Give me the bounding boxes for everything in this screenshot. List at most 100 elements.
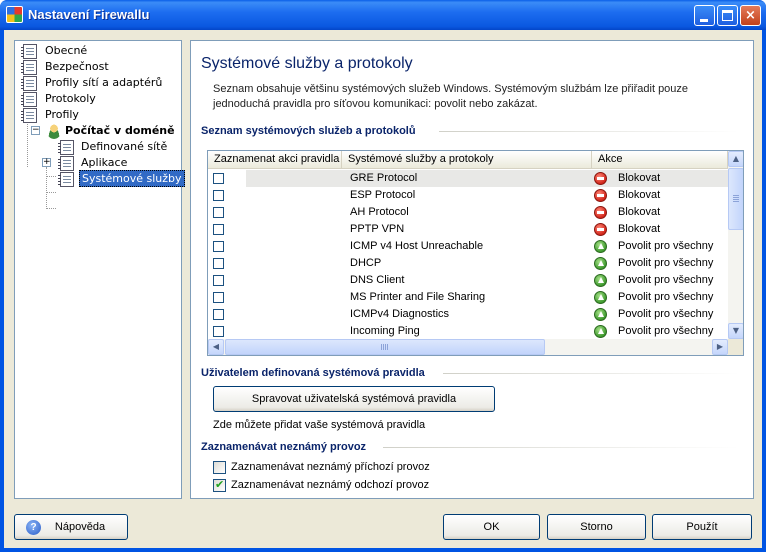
action-value[interactable]: Povolit pro všechny bbox=[618, 272, 713, 289]
tree-connector bbox=[46, 208, 56, 209]
user-rules-hint: Zde můžete přidat vaše systémová pravidl… bbox=[213, 419, 426, 431]
log-incoming-checkbox[interactable] bbox=[213, 461, 226, 474]
log-action-checkbox[interactable] bbox=[213, 241, 224, 252]
network-document-icon bbox=[58, 140, 74, 155]
column-header-action[interactable]: Akce bbox=[592, 151, 728, 169]
close-icon: × bbox=[745, 8, 756, 23]
log-incoming-label[interactable]: Zaznamenávat neznámý příchozí provoz bbox=[231, 461, 430, 473]
vertical-scrollbar[interactable]: ▲ ▼ bbox=[728, 151, 743, 339]
block-icon bbox=[594, 223, 607, 236]
collapse-expander[interactable]: − bbox=[31, 126, 40, 135]
table-row[interactable]: MS Printer and File Sharing Povolit pro … bbox=[208, 289, 728, 306]
action-value[interactable]: Povolit pro všechny bbox=[618, 255, 713, 272]
service-name: ESP Protocol bbox=[350, 189, 416, 201]
log-action-checkbox[interactable] bbox=[213, 173, 224, 184]
document-icon bbox=[21, 44, 37, 59]
log-action-checkbox[interactable] bbox=[213, 275, 224, 286]
log-action-checkbox[interactable] bbox=[213, 207, 224, 218]
scroll-left-button[interactable]: ◀ bbox=[208, 339, 224, 355]
block-icon bbox=[594, 206, 607, 219]
title-bar[interactable]: Nastavení Firewallu × bbox=[0, 0, 766, 30]
log-outgoing-label[interactable]: Zaznamenávat neznámý odchozí provoz bbox=[231, 479, 429, 491]
help-button[interactable]: ? Nápověda bbox=[14, 514, 128, 540]
ok-button[interactable]: OK bbox=[443, 514, 540, 540]
log-outgoing-checkbox[interactable]: ✔ bbox=[213, 478, 226, 492]
grip-icon bbox=[381, 344, 382, 350]
page-description: Seznam obsahuje většinu systémových služ… bbox=[213, 83, 689, 110]
scroll-right-button[interactable]: ▶ bbox=[712, 339, 728, 355]
block-icon bbox=[594, 172, 607, 185]
service-name: DHCP bbox=[350, 257, 382, 269]
horizontal-scrollbar[interactable]: ◀ ▶ bbox=[208, 339, 728, 355]
expand-expander[interactable]: + bbox=[42, 158, 51, 167]
log-action-checkbox[interactable] bbox=[213, 292, 224, 303]
services-section-heading: Seznam systémových služeb a protokolů bbox=[201, 125, 416, 137]
log-action-checkbox[interactable] bbox=[213, 326, 224, 337]
log-action-checkbox[interactable] bbox=[213, 224, 224, 235]
action-value[interactable]: Blokovat bbox=[618, 187, 660, 204]
action-value[interactable]: Povolit pro všechny bbox=[618, 323, 713, 340]
action-value[interactable]: Blokovat bbox=[618, 170, 660, 187]
tree-connector bbox=[46, 176, 56, 177]
minimize-icon bbox=[700, 19, 708, 22]
table-row[interactable]: ICMPv4 Diagnostics Povolit pro všechny bbox=[208, 306, 728, 323]
allow-icon bbox=[594, 240, 607, 253]
manage-user-rules-button[interactable]: Spravovat uživatelská systémová pravidla bbox=[213, 386, 495, 412]
table-row[interactable]: ICMP v4 Host Unreachable Povolit pro vše… bbox=[208, 238, 728, 255]
action-value[interactable]: Povolit pro všechny bbox=[618, 289, 713, 306]
horizontal-scroll-thumb[interactable] bbox=[225, 339, 545, 355]
table-row[interactable]: Incoming Ping Povolit pro všechny bbox=[208, 323, 728, 340]
service-name: MS Printer and File Sharing bbox=[350, 291, 486, 303]
document-icon bbox=[58, 172, 74, 187]
block-icon bbox=[594, 189, 607, 202]
service-name: DNS Client bbox=[350, 274, 405, 286]
service-name: GRE Protocol bbox=[350, 172, 418, 184]
table-row[interactable]: ESP Protocol Blokovat bbox=[208, 187, 728, 204]
document-icon bbox=[21, 76, 37, 91]
service-name: Incoming Ping bbox=[350, 325, 420, 337]
tree-item-label: Protokoly bbox=[45, 92, 96, 105]
scroll-up-button[interactable]: ▲ bbox=[728, 151, 743, 167]
log-action-checkbox[interactable] bbox=[213, 190, 224, 201]
cancel-button[interactable]: Storno bbox=[547, 514, 646, 540]
service-name: ICMP v4 Host Unreachable bbox=[350, 240, 484, 252]
unknown-traffic-heading: Zaznamenávat neznámý provoz bbox=[201, 441, 367, 453]
log-action-checkbox[interactable] bbox=[213, 309, 224, 320]
close-button[interactable]: × bbox=[740, 5, 761, 26]
action-value[interactable]: Blokovat bbox=[618, 204, 660, 221]
log-action-checkbox[interactable] bbox=[213, 258, 224, 269]
table-row[interactable]: PPTP VPN Blokovat bbox=[208, 221, 728, 238]
action-value[interactable]: Blokovat bbox=[618, 221, 660, 238]
document-icon bbox=[21, 92, 37, 107]
list-header: Zaznamenat akci pravidla Systémové služb… bbox=[208, 151, 728, 169]
allow-icon bbox=[594, 325, 607, 338]
service-name: AH Protocol bbox=[350, 206, 409, 218]
minimize-button[interactable] bbox=[694, 5, 715, 26]
tree-item-label: Aplikace bbox=[81, 156, 128, 169]
service-name: ICMPv4 Diagnostics bbox=[350, 308, 450, 320]
vertical-scroll-thumb[interactable] bbox=[728, 168, 743, 230]
table-row[interactable]: DNS Client Povolit pro všechny bbox=[208, 272, 728, 289]
list-rows: GRE Protocol Blokovat ESP Protocol Bloko… bbox=[208, 170, 728, 340]
table-row[interactable]: AH Protocol Blokovat bbox=[208, 204, 728, 221]
tree-connector bbox=[46, 192, 56, 193]
settings-tree[interactable]: Obecné Bezpečnost Profily sítí a adaptér… bbox=[14, 40, 185, 499]
table-row[interactable]: GRE Protocol Blokovat bbox=[208, 170, 728, 187]
allow-icon bbox=[594, 257, 607, 270]
tree-item-label: Obecné bbox=[45, 44, 88, 57]
column-header-services[interactable]: Systémové služby a protokoly bbox=[342, 151, 592, 169]
window-title: Nastavení Firewallu bbox=[28, 7, 150, 22]
tree-item-label: Profily sítí a adaptérů bbox=[45, 76, 163, 89]
allow-icon bbox=[594, 308, 607, 321]
services-list[interactable]: Zaznamenat akci pravidla Systémové služb… bbox=[207, 150, 744, 356]
scroll-down-button[interactable]: ▼ bbox=[728, 323, 743, 339]
column-header-log-action[interactable]: Zaznamenat akci pravidla bbox=[208, 151, 342, 169]
tree-connector bbox=[46, 167, 47, 209]
apply-button[interactable]: Použít bbox=[652, 514, 752, 540]
tree-item-label: Bezpečnost bbox=[45, 60, 109, 73]
table-row[interactable]: DHCP Povolit pro všechny bbox=[208, 255, 728, 272]
maximize-button[interactable] bbox=[717, 5, 738, 26]
action-value[interactable]: Povolit pro všechny bbox=[618, 238, 713, 255]
action-value[interactable]: Povolit pro všechny bbox=[618, 306, 713, 323]
section-divider bbox=[439, 131, 739, 132]
